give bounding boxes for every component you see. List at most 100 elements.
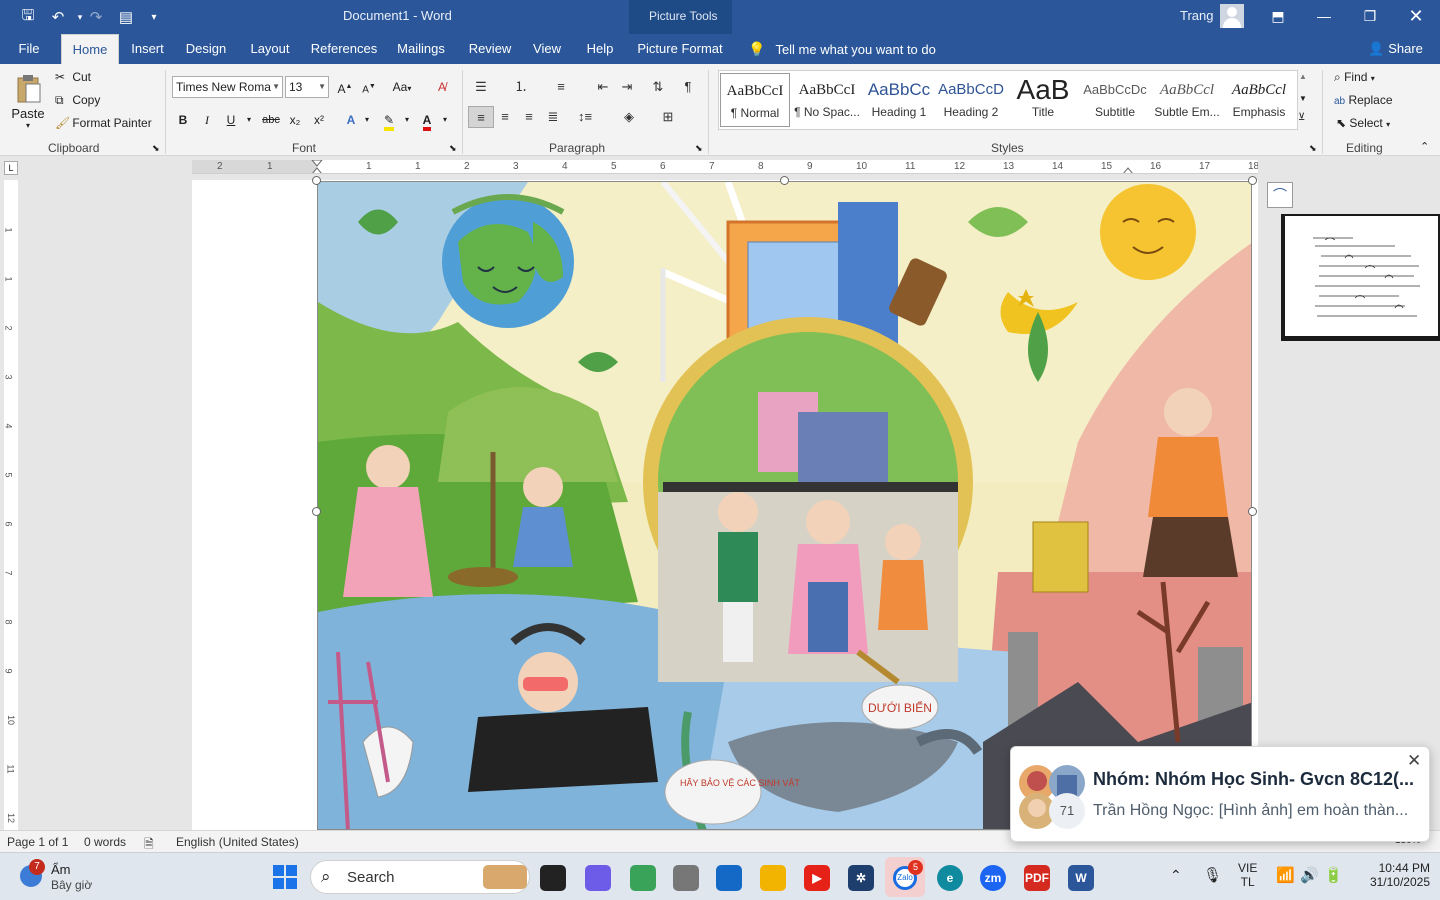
language-indicator[interactable]: VIE TL bbox=[1238, 861, 1257, 889]
share-button[interactable]: 👤 Share bbox=[1368, 34, 1423, 64]
close-button[interactable]: ✕ bbox=[1396, 4, 1436, 28]
shading-icon[interactable]: ◈ bbox=[616, 106, 642, 128]
app-icon[interactable] bbox=[673, 865, 699, 891]
italic-button[interactable]: I bbox=[196, 109, 218, 131]
screenshot-thumbnail[interactable] bbox=[1281, 214, 1440, 341]
tab-review[interactable]: Review bbox=[465, 34, 515, 64]
style-subtitle[interactable]: AaBbCcDc Subtitle bbox=[1080, 73, 1150, 127]
selected-picture[interactable]: DƯỚI BIỂN HÃY BẢO VỆ CÁC SINH VẬT bbox=[317, 181, 1252, 830]
tab-picture-format[interactable]: Picture Format bbox=[636, 34, 724, 64]
taskbar-search-box[interactable]: ⌕ Search bbox=[310, 860, 530, 894]
tell-me-box[interactable]: 💡 Tell me what you want to do bbox=[748, 34, 936, 64]
customize-toolbar-icon[interactable]: ▾ bbox=[144, 7, 164, 27]
resize-handle[interactable] bbox=[312, 507, 321, 516]
line-spacing-icon[interactable]: ↕≡ bbox=[572, 106, 598, 128]
change-case-button[interactable]: Aa▾ bbox=[387, 76, 417, 98]
grow-font-icon[interactable]: A▲ bbox=[334, 76, 356, 98]
zoom-icon[interactable]: zm bbox=[980, 865, 1006, 891]
avatar[interactable] bbox=[1220, 4, 1244, 28]
font-launcher-icon[interactable]: ⬊ bbox=[449, 143, 457, 154]
clipboard-launcher-icon[interactable]: ⬊ bbox=[152, 143, 160, 154]
user-name[interactable]: Trang bbox=[1180, 8, 1213, 23]
clear-formatting-icon[interactable]: A̸ bbox=[431, 76, 453, 98]
highlight-dropdown-icon[interactable]: ▾ bbox=[396, 109, 418, 131]
close-icon[interactable]: ✕ bbox=[1407, 751, 1421, 771]
zalo-notification[interactable]: ✕ 71 Nhóm: Nhóm Học Sinh- Gvcn 8C12(... … bbox=[1010, 746, 1430, 842]
align-right-icon[interactable]: ≡ bbox=[516, 106, 542, 128]
weather-widget[interactable]: 7 Ẩm Bây giờ bbox=[14, 859, 114, 895]
text-effects-dropdown-icon[interactable]: ▾ bbox=[356, 109, 378, 131]
style-emphasis[interactable]: AaBbCcl Emphasis bbox=[1224, 73, 1294, 127]
file-explorer-icon[interactable] bbox=[760, 865, 786, 891]
word-icon[interactable]: W bbox=[1068, 865, 1094, 891]
subscript-button[interactable]: x₂ bbox=[284, 109, 306, 131]
borders-icon[interactable]: ⊞ bbox=[655, 106, 681, 128]
replace-button[interactable]: ab Replace bbox=[1334, 93, 1393, 107]
right-indent-marker-icon[interactable] bbox=[1122, 160, 1134, 174]
layout-options-icon[interactable]: ⌒ bbox=[1267, 182, 1293, 208]
vertical-ruler[interactable]: 112345678910111213 bbox=[4, 180, 18, 830]
minimize-button[interactable]: — bbox=[1304, 4, 1344, 28]
resize-handle[interactable] bbox=[780, 176, 789, 185]
tab-references[interactable]: References bbox=[308, 34, 380, 64]
cut-button[interactable]: ✂ Cut bbox=[55, 70, 91, 84]
collapse-ribbon-icon[interactable]: ⌃ bbox=[1420, 140, 1429, 153]
bullets-icon[interactable]: ☰ bbox=[468, 76, 494, 98]
sort-icon[interactable]: ⇅ bbox=[645, 76, 671, 98]
decrease-indent-icon[interactable]: ⇤ bbox=[590, 76, 616, 98]
volume-icon[interactable]: 🔊 bbox=[1300, 866, 1319, 884]
tab-home[interactable]: Home bbox=[61, 34, 119, 64]
show-formatting-marks-icon[interactable]: ¶ bbox=[675, 76, 701, 98]
show-hidden-icons[interactable]: ⌃ bbox=[1170, 867, 1182, 884]
task-view-icon[interactable] bbox=[540, 865, 566, 891]
save-icon[interactable]: 🖫 bbox=[18, 7, 38, 27]
undo-icon[interactable]: ↶ bbox=[48, 7, 68, 27]
style-no-spacing[interactable]: AaBbCcI ¶ No Spac... bbox=[792, 73, 862, 127]
underline-dropdown-icon[interactable]: ▾ bbox=[238, 109, 260, 131]
font-size-combo[interactable]: 13 ▼ bbox=[285, 76, 329, 98]
copy-button[interactable]: ⧉ Copy bbox=[55, 93, 100, 108]
tab-file[interactable]: File bbox=[10, 34, 48, 64]
tab-layout[interactable]: Layout bbox=[244, 34, 296, 64]
redo-icon[interactable]: ↷ bbox=[86, 7, 106, 27]
style-heading-1[interactable]: AaBbCc Heading 1 bbox=[864, 73, 934, 127]
font-color-dropdown-icon[interactable]: ▾ bbox=[434, 109, 456, 131]
style-title[interactable]: AaB Title bbox=[1008, 73, 1078, 127]
styles-launcher-icon[interactable]: ⬊ bbox=[1309, 143, 1317, 154]
youtube-icon[interactable]: ▶ bbox=[804, 865, 830, 891]
zalo-icon[interactable]: Zalo 5 bbox=[885, 857, 925, 897]
font-name-combo[interactable]: Times New Roma ▼ bbox=[172, 76, 283, 98]
paragraph-launcher-icon[interactable]: ⬊ bbox=[695, 143, 703, 154]
resize-handle[interactable] bbox=[312, 176, 321, 185]
indent-marker-icon[interactable] bbox=[311, 160, 323, 174]
resize-handle[interactable] bbox=[1248, 176, 1257, 185]
touch-mode-icon[interactable]: ▤ bbox=[116, 7, 136, 27]
language-indicator[interactable]: English (United States) bbox=[176, 835, 299, 849]
align-left-icon[interactable]: ≡ bbox=[468, 106, 494, 128]
tab-mailings[interactable]: Mailings bbox=[392, 34, 450, 64]
shrink-font-icon[interactable]: A▼ bbox=[358, 76, 380, 98]
strikethrough-button[interactable]: abc bbox=[258, 109, 284, 131]
store-icon[interactable] bbox=[716, 865, 742, 891]
tab-insert[interactable]: Insert bbox=[125, 34, 170, 64]
wifi-icon[interactable]: 📶 bbox=[1276, 866, 1295, 884]
microphone-icon[interactable]: 🎙 bbox=[1203, 866, 1222, 884]
bold-button[interactable]: B bbox=[172, 109, 194, 131]
style-normal[interactable]: AaBbCcI ¶ Normal bbox=[720, 73, 790, 127]
page-count[interactable]: Page 1 of 1 bbox=[7, 835, 68, 849]
app-icon[interactable]: ✲ bbox=[848, 865, 874, 891]
styles-scroll-up-icon[interactable]: ▲ bbox=[1299, 72, 1307, 81]
tab-design[interactable]: Design bbox=[182, 34, 230, 64]
tab-view[interactable]: View bbox=[528, 34, 566, 64]
windows-start-icon[interactable] bbox=[273, 865, 297, 889]
horizontal-ruler[interactable]: 21112345678910111213141516171819 bbox=[192, 160, 1258, 174]
justify-icon[interactable]: ≣ bbox=[540, 106, 566, 128]
increase-indent-icon[interactable]: ⇥ bbox=[614, 76, 640, 98]
ribbon-display-options-icon[interactable]: ⬒ bbox=[1258, 4, 1298, 28]
paste-button[interactable]: Paste ▾ bbox=[8, 70, 48, 136]
copilot-icon[interactable] bbox=[585, 865, 611, 891]
numbering-icon[interactable]: ⒈ bbox=[508, 76, 534, 98]
select-button[interactable]: ⬉ Select ▾ bbox=[1336, 116, 1390, 130]
styles-scroll-down-icon[interactable]: ▼ bbox=[1299, 94, 1307, 103]
resize-handle[interactable] bbox=[1248, 507, 1257, 516]
